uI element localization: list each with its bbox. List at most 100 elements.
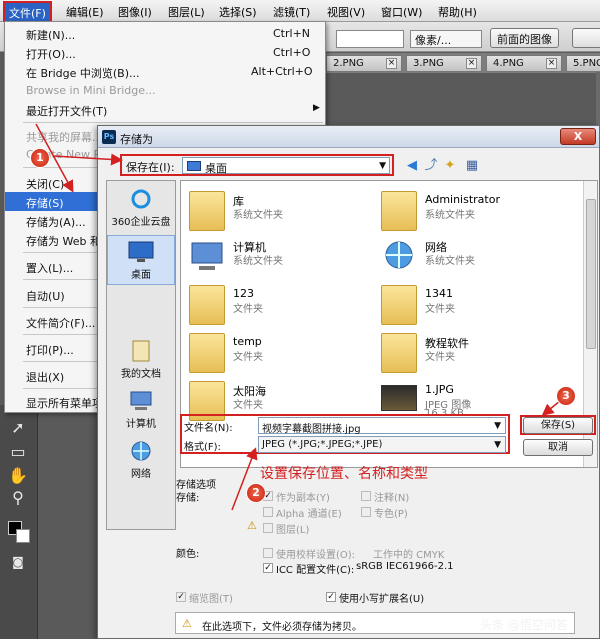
place-network[interactable]: 网络 [107, 435, 175, 485]
callout-text: 设置保存位置、名称和类型 [260, 466, 428, 482]
background-color-swatch[interactable] [16, 529, 30, 543]
menu-item-new[interactable]: 新建(N)... Ctrl+N [5, 24, 325, 43]
up-folder-icon[interactable]: ⤴ [423, 158, 439, 174]
menu-layer[interactable]: 图层(L) [168, 4, 205, 20]
proof-value: 工作中的 CMYK [373, 550, 445, 561]
warning-icon: ⚠ [247, 519, 257, 532]
icc-checkbox[interactable]: ✓ [263, 563, 273, 573]
resolution-field[interactable] [336, 30, 404, 48]
place-desktop[interactable]: 桌面 [107, 235, 175, 285]
layers-checkbox[interactable] [263, 523, 273, 533]
notes-checkbox[interactable] [361, 491, 371, 501]
tools-panel: ➚ ▭ ✋ ⚲ ◙ [0, 405, 38, 639]
as-copy-label: 作为副本(Y) [276, 493, 330, 504]
format-select[interactable]: JPEG (*.JPG;*.JPEG;*.JPE) ▼ [258, 436, 506, 453]
save-as-dialog: Ps 存储为 X 保存在(I): 桌面 ▼ ◀ ⤴ ✦ ▦ 360企业云盘 桌面… [97, 125, 600, 639]
menu-item-label: 关闭(C) [26, 178, 65, 191]
close-icon[interactable]: × [546, 58, 557, 69]
spot-checkbox[interactable] [361, 507, 371, 517]
cloud-icon [131, 189, 151, 209]
place-computer[interactable]: 计算机 [107, 385, 175, 435]
place-cloud[interactable]: 360企业云盘 [107, 183, 175, 233]
unit-select[interactable]: 像素/... [410, 30, 482, 48]
menu-filter[interactable]: 滤镜(T) [273, 4, 310, 20]
format-value: JPEG (*.JPG;*.JPEG;*.JPE) [262, 439, 383, 450]
save-in-value: 桌面 [205, 162, 227, 175]
menu-item-browse-bridge[interactable]: 在 Bridge 中浏览(B)... Alt+Ctrl+O [5, 62, 325, 81]
doc-tab-label: 4.PNG [493, 58, 524, 69]
menu-separator [23, 122, 323, 123]
back-icon[interactable]: ◀ [404, 158, 420, 174]
menu-item-open[interactable]: 打开(O)... Ctrl+O [5, 43, 325, 62]
save-in-select[interactable]: 桌面 ▼ [182, 157, 390, 175]
front-image-button[interactable]: 前面的图像 [490, 28, 559, 48]
file-item[interactable]: 123 文件夹 [189, 283, 389, 331]
clear-button[interactable] [572, 28, 600, 48]
doc-tab[interactable]: 4.PNG × [486, 55, 562, 72]
menu-item-label: 显示所有菜单项 [26, 397, 103, 410]
file-item[interactable]: 教程软件 文件夹 [381, 331, 581, 379]
menu-item-label: 新建(N)... [26, 29, 76, 42]
menu-item-mini-bridge[interactable]: Browse in Mini Bridge... [5, 81, 325, 100]
zoom-tool-icon[interactable]: ⚲ [6, 487, 30, 509]
scrollbar-thumb[interactable] [586, 199, 596, 349]
menu-select[interactable]: 选择(S) [219, 4, 257, 20]
lowercase-ext-checkbox[interactable]: ✓ [326, 592, 336, 602]
menu-item-label: 置入(L)... [26, 262, 74, 275]
file-item[interactable]: 网络 系统文件夹 [381, 235, 581, 283]
network-icon [131, 441, 151, 461]
new-folder-icon[interactable]: ✦ [442, 158, 458, 174]
computer-icon [130, 391, 152, 410]
save-in-label: 保存在(I): [126, 161, 175, 174]
format-label: 格式(F): [184, 442, 221, 453]
menu-item-label: 存储(S) [26, 197, 64, 210]
place-documents[interactable]: 我的文档 [107, 335, 175, 385]
save-button-highlight: 保存(S) [520, 415, 596, 435]
file-item[interactable]: 计算机 系统文件夹 [189, 235, 389, 283]
chevron-down-icon: ▼ [494, 440, 501, 450]
alpha-checkbox[interactable] [263, 507, 273, 517]
file-type: 文件夹 [425, 304, 455, 315]
doc-tab[interactable]: 5.PNG [566, 55, 600, 72]
dialog-titlebar[interactable]: Ps 存储为 X [98, 126, 599, 148]
menu-item-label: 共享我的屏幕... [26, 131, 103, 144]
menu-item-recent[interactable]: 最近打开文件(T) ▶ [5, 100, 325, 119]
menu-help[interactable]: 帮助(H) [438, 4, 477, 20]
filename-input[interactable]: 视频字幕截图拼接.jpg ▼ [258, 417, 506, 435]
quick-mask-icon[interactable]: ◙ [6, 551, 30, 573]
close-button[interactable]: X [560, 128, 596, 145]
view-menu-icon[interactable]: ▦ [464, 158, 480, 174]
file-item[interactable]: Administrator 系统文件夹 [381, 189, 581, 237]
rectangle-tool-icon[interactable]: ▭ [6, 441, 30, 463]
icc-label: ICC 配置文件(C): [276, 565, 355, 576]
close-icon[interactable]: × [386, 58, 397, 69]
cancel-button[interactable]: 取消 [523, 439, 593, 456]
save-button[interactable]: 保存(S) [523, 417, 593, 434]
watermark: 头条 @悟空问答 [480, 618, 568, 632]
hand-tool-icon[interactable]: ✋ [6, 465, 30, 487]
photoshop-logo-icon: Ps [102, 130, 116, 144]
move-tool-icon[interactable]: ➚ [6, 417, 30, 439]
menu-window[interactable]: 窗口(W) [381, 4, 422, 20]
file-type: 系统文件夹 [425, 256, 475, 267]
file-item[interactable]: temp 文件夹 [189, 331, 389, 379]
file-item[interactable]: 1341 文件夹 [381, 283, 581, 331]
doc-tab[interactable]: 2.PNG × [326, 55, 402, 72]
file-type: 系统文件夹 [233, 210, 283, 221]
menu-image[interactable]: 图像(I) [118, 4, 152, 20]
thumbnail-checkbox[interactable]: ✓ [176, 592, 186, 602]
file-name: 1341 [425, 287, 453, 300]
menu-item-label: 文件简介(F)... [26, 317, 96, 330]
menu-item-label: 自动(U) [26, 290, 65, 303]
file-type: 文件夹 [233, 400, 263, 411]
doc-tab-label: 2.PNG [333, 58, 364, 69]
menu-view[interactable]: 视图(V) [327, 4, 365, 20]
proof-checkbox[interactable] [263, 548, 273, 558]
lowercase-ext-label: 使用小写扩展名(U) [339, 594, 425, 605]
close-icon[interactable]: × [466, 58, 477, 69]
menu-edit[interactable]: 编辑(E) [66, 4, 104, 20]
file-item[interactable]: 库 系统文件夹 [189, 189, 389, 237]
doc-tab[interactable]: 3.PNG × [406, 55, 482, 72]
folder-icon [381, 285, 417, 325]
menu-item-label: 打印(P)... [26, 344, 74, 357]
